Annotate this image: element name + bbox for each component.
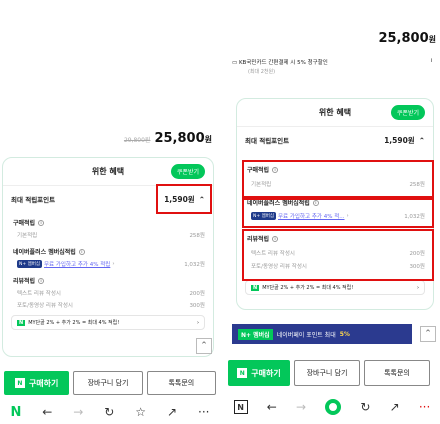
banner-text: 네이버페이 포인트 최대 (276, 331, 336, 339)
my-regular-promo[interactable]: N MY단골 2% + 추가 2% = 최대 4% 적립! › (245, 280, 425, 295)
kb-discount-text: KB국민카드 간편결제 시 5% 청구할인 (238, 60, 328, 66)
text-review-label: 텍스트 리뷰 작성시 (17, 291, 61, 297)
membership-signup-link[interactable]: 무료 가입하고 추가 4% 적립 (44, 260, 110, 268)
photo-review-value: 300원 (189, 303, 205, 309)
naver-n-icon: N (14, 378, 25, 388)
purchase-bar: N 구매하기 장바구니 담기 톡톡문의 (224, 360, 440, 386)
coupon-button[interactable]: 쿠폰받기 (170, 164, 205, 179)
talk-inquiry-button[interactable]: 톡톡문의 (364, 360, 430, 386)
highlight-box-review (242, 229, 434, 281)
share-icon[interactable]: ↗ (390, 400, 400, 414)
card-discount-info: ▭ KB국민카드 간편결제 시 5% 청구할인 ⅰ (최대 2천원) (232, 58, 432, 75)
membership-tag: N+ 멤버십 (17, 260, 42, 268)
naver-n-icon: N (237, 368, 248, 378)
basic-points-value: 258원 (189, 233, 205, 239)
info-icon[interactable]: i (38, 219, 45, 226)
card-icon: ▭ (232, 60, 239, 66)
add-to-cart-button[interactable]: 장바구니 담기 (73, 371, 143, 395)
info-icon[interactable]: i (38, 277, 45, 284)
final-price: 25,800원 (154, 131, 212, 146)
chevron-right-icon: › (112, 261, 115, 267)
home-circle-icon[interactable] (325, 399, 342, 415)
back-arrow-icon[interactable]: ← (42, 405, 52, 419)
left-screenshot: 29,800원 25,800원 위한 혜택 쿠폰받기 최대 적립포인트 1,59… (0, 0, 220, 424)
review-points-title: 리뷰적립 i (3, 276, 213, 285)
text-review-value: 200원 (189, 291, 205, 297)
price-row: 29,800원 25,800원 (124, 131, 212, 146)
forward-arrow-icon[interactable]: → (73, 405, 83, 419)
photo-review-row: 포토/동영상 리뷰 작성시 300원 (3, 301, 213, 309)
add-to-cart-button[interactable]: 장바구니 담기 (294, 360, 360, 386)
buy-button[interactable]: N 구매하기 (4, 371, 70, 395)
naverpay-banner[interactable]: N+ 멤버십 네이버페이 포인트 최대 5% (232, 324, 412, 344)
max-points-value-wrap: 1,590원 ⌃ (384, 135, 425, 146)
chevron-right-icon: › (197, 319, 199, 326)
basic-points-label: 기본적립 (17, 233, 38, 239)
benefit-card-title: 위한 혜택 (318, 108, 352, 117)
scroll-top-icon[interactable]: ⌃ (196, 338, 212, 354)
basic-points-row: 기본적립 258원 (3, 231, 213, 239)
naver-n-icon[interactable]: N (10, 405, 21, 420)
membership-points-value: 1,032원 (184, 262, 205, 268)
info-icon[interactable]: i (78, 248, 85, 255)
promo-text: MY단골 2% + 추가 2% = 최대 4% 적립! (28, 320, 120, 326)
share-icon[interactable]: ↗ (167, 405, 177, 419)
naver-n-icon: N (251, 285, 260, 291)
naver-n-icon: N (17, 320, 26, 326)
star-icon[interactable]: ☆ (135, 405, 146, 419)
more-icon[interactable]: ··· (419, 400, 430, 414)
back-arrow-icon[interactable]: ← (267, 400, 277, 414)
right-screenshot: 25,800원 ▭ KB국민카드 간편결제 시 5% 청구할인 ⅰ (최대 2천원… (224, 0, 440, 424)
browser-nav-bar: N ← → ↻ ↗ ··· (224, 396, 440, 418)
info-icon[interactable]: ⅰ (430, 58, 432, 66)
promo-text: MY단골 2% + 추가 2% = 최대 4% 적립! (262, 285, 354, 291)
refresh-icon[interactable]: ↻ (360, 400, 370, 414)
photo-review-label: 포토/동영상 리뷰 작성시 (17, 303, 73, 309)
benefit-card-header: 위한 혜택 쿠폰받기 (3, 158, 213, 186)
browser-nav-bar: N ← → ↻ ☆ ↗ ··· (0, 402, 220, 422)
forward-arrow-icon[interactable]: → (296, 400, 306, 414)
highlight-box-membership (242, 198, 434, 228)
scroll-top-icon[interactable]: ⌃ (420, 326, 436, 342)
kb-discount-sub: (최대 2천원) (248, 69, 276, 75)
benefit-card-title: 위한 혜택 (91, 167, 125, 176)
refresh-icon[interactable]: ↻ (104, 405, 114, 419)
buy-button[interactable]: N 구매하기 (228, 360, 290, 386)
highlight-box-max-points (156, 184, 212, 214)
max-points-label: 최대 적립포인트 (11, 196, 56, 204)
naver-n-icon[interactable]: N (233, 400, 248, 414)
purchase-points-title: 구매적립 i (3, 218, 213, 227)
final-price: 25,800원 (378, 31, 436, 46)
coupon-button[interactable]: 쿠폰받기 (390, 105, 425, 120)
benefit-card-header: 위한 혜택 쿠폰받기 (237, 99, 433, 127)
max-points-row[interactable]: 최대 적립포인트 1,590원 ⌃ (237, 127, 433, 153)
max-points-value: 1,590원 (384, 135, 415, 145)
more-icon[interactable]: ··· (198, 405, 209, 419)
talk-inquiry-button[interactable]: 톡톡문의 (146, 371, 216, 395)
banner-highlight: 5% (339, 330, 350, 338)
my-regular-promo[interactable]: N MY단골 2% + 추가 2% = 최대 4% 적립! › (11, 315, 205, 330)
highlight-box-purchase (242, 160, 434, 198)
membership-points-row: N+ 멤버십 무료 가입하고 추가 4% 적립 › 1,032원 (3, 260, 213, 268)
chevron-up-icon[interactable]: ⌃ (419, 136, 425, 145)
banner-tag: N+ 멤버십 (238, 328, 273, 340)
purchase-bar: N 구매하기 장바구니 담기 톡톡문의 (0, 371, 220, 395)
chevron-right-icon: › (417, 284, 419, 291)
price-row: 25,800원 (378, 31, 436, 46)
max-points-label: 최대 적립포인트 (245, 137, 290, 145)
membership-points-title: 네이버플러스 멤버십적립 i (3, 247, 213, 256)
text-review-row: 텍스트 리뷰 작성시 200원 (3, 289, 213, 297)
original-price: 29,800원 (123, 137, 151, 144)
